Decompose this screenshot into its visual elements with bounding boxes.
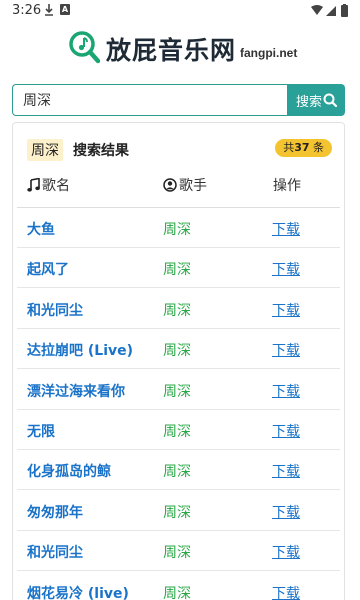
count-value: 37 [294,141,310,154]
singer-name: 周深 [163,222,191,238]
site-title: 放屁音乐网 [106,36,237,65]
download-link[interactable]: 下载 [272,259,300,279]
column-header-action: 操作 [273,175,301,195]
singer-name: 周深 [163,343,191,360]
search-keyword: 周深 [27,139,63,161]
song-link[interactable]: 和光同尘 [27,542,83,562]
song-link[interactable]: 起风了 [27,259,69,279]
download-link[interactable]: 下载 [272,502,300,522]
column-header-song: 歌名 [27,175,70,195]
singer-name: 周深 [163,545,191,562]
singer-name: 周深 [163,262,191,279]
count-prefix: 共 [283,141,295,154]
signal-battery-icon [311,4,348,17]
search-button-label: 搜索 [296,94,323,110]
results-title: 搜索结果 [73,143,129,159]
download-icon [45,4,53,16]
song-link[interactable]: 大鱼 [27,219,55,239]
song-link[interactable]: 匆匆那年 [27,502,83,522]
download-link[interactable]: 下载 [272,300,300,320]
song-link[interactable]: 和光同尘 [27,300,83,320]
a-icon: A [60,4,70,15]
results-header: 周深 搜索结果 共37 条 [27,137,332,161]
column-song-label: 歌名 [42,178,70,194]
results-card: 周深 搜索结果 共37 条 歌名 歌手 操作 大鱼 周深 下载 起风了 周深 下载 和光同尘… [12,122,345,600]
song-link[interactable]: 达拉崩吧 (Live) [27,340,133,360]
table-row: 化身孤岛的鲸 周深 下载 [17,450,340,491]
singer-name: 周深 [163,424,191,440]
search-bar: 搜索 [12,84,345,116]
status-time: 3:26 [12,3,42,18]
status-bar: 3:26 A [0,0,360,22]
song-link[interactable]: 烟花易冷 (live) [27,583,129,600]
download-link[interactable]: 下载 [272,219,300,239]
singer-name: 周深 [163,585,191,600]
count-suffix: 条 [309,141,324,154]
column-singer-label: 歌手 [179,178,207,194]
music-search-icon [69,31,100,64]
download-link[interactable]: 下载 [272,583,300,600]
table-row: 无限 周深 下载 [17,410,340,450]
table-row: 和光同尘 周深 下载 [17,531,340,572]
table-row: 匆匆那年 周深 下载 [17,491,340,531]
search-icon [323,93,337,107]
song-link[interactable]: 漂洋过海来看你 [27,381,125,401]
table-row: 达拉崩吧 (Live) 周深 下载 [17,329,340,370]
singer-name: 周深 [163,464,191,481]
song-link[interactable]: 化身孤岛的鲸 [27,461,111,481]
table-row: 大鱼 周深 下载 [17,208,340,248]
singer-name: 周深 [163,504,191,521]
table-row: 漂洋过海来看你 周深 下载 [17,370,340,410]
download-link[interactable]: 下载 [272,381,300,401]
table-row: 烟花易冷 (live) 周深 下载 [17,572,340,600]
music-note-icon [27,177,40,192]
table-row: 起风了 周深 下载 [17,248,340,289]
search-input[interactable] [12,84,287,116]
singer-name: 周深 [163,302,191,319]
column-action-label: 操作 [273,178,301,194]
download-link[interactable]: 下载 [272,461,300,481]
download-link[interactable]: 下载 [272,340,300,360]
song-link[interactable]: 无限 [27,421,55,441]
singer-name: 周深 [163,383,191,400]
column-header-singer: 歌手 [163,175,207,195]
site-logo[interactable]: 放屁音乐网 fangpi.net [68,30,308,66]
download-link[interactable]: 下载 [272,421,300,441]
download-link[interactable]: 下载 [272,542,300,562]
site-domain: fangpi.net [240,46,298,60]
search-button[interactable]: 搜索 [287,84,345,116]
table-row: 和光同尘 周深 下载 [17,289,340,329]
results-count-badge: 共37 条 [275,139,332,157]
user-circle-icon [163,178,177,192]
